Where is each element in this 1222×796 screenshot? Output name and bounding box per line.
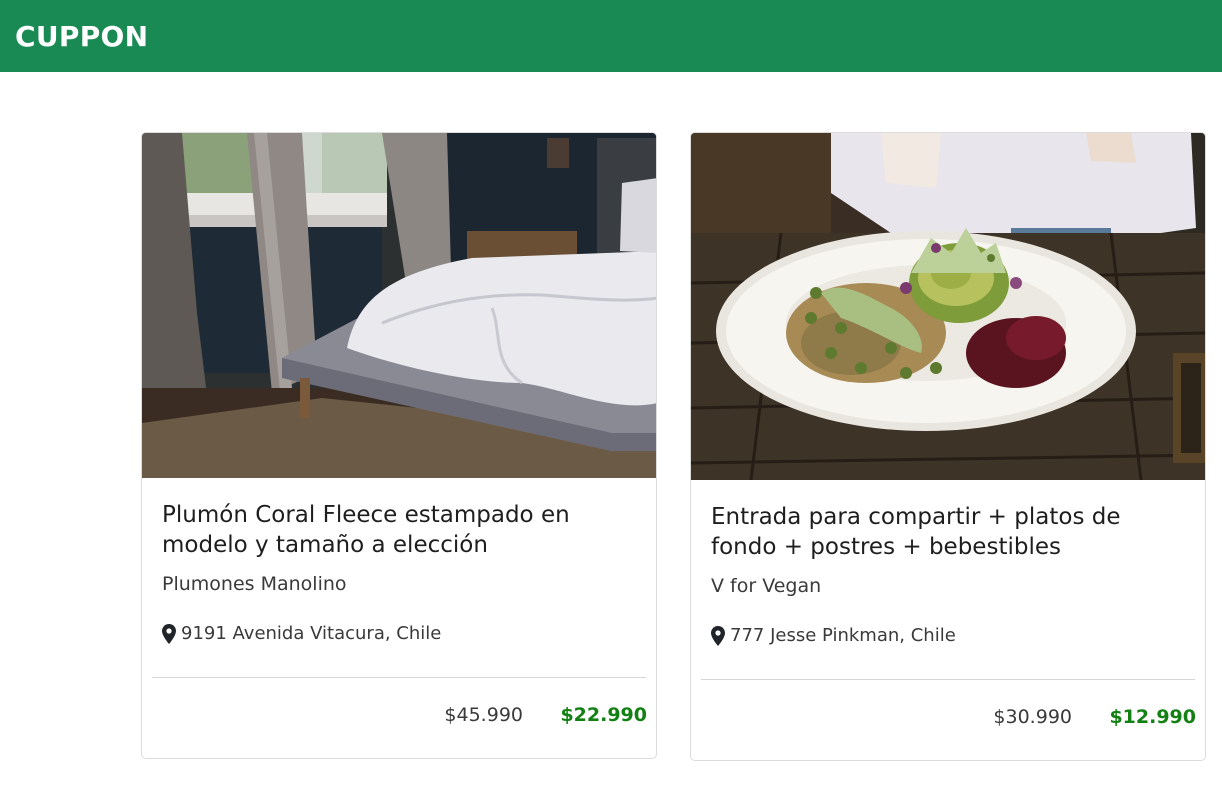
original-price: $30.990: [993, 706, 1072, 728]
vegan-dish-photo: [691, 133, 1205, 480]
deal-location: 9191 Avenida Vitacura, Chile: [162, 623, 441, 644]
deal-image-bedroom[interactable]: [142, 133, 656, 478]
original-price: $45.990: [444, 704, 523, 726]
map-marker-icon: [162, 623, 176, 644]
deal-title[interactable]: Entrada para compartir + platos de fondo…: [711, 502, 1185, 562]
address-text: 777 Jesse Pinkman, Chile: [730, 625, 956, 646]
card-divider: [152, 677, 646, 678]
deal-card[interactable]: Entrada para compartir + platos de fondo…: [690, 132, 1206, 761]
deal-location: 777 Jesse Pinkman, Chile: [711, 625, 956, 646]
top-navbar: CUPPON: [0, 0, 1222, 72]
brand-logo[interactable]: CUPPON: [15, 20, 148, 53]
merchant-name: V for Vegan: [711, 575, 822, 597]
deal-image-vegan-dish[interactable]: [691, 133, 1205, 480]
bedroom-photo: [142, 133, 656, 478]
deal-title[interactable]: Plumón Coral Fleece estampado en modelo …: [162, 500, 636, 560]
card-divider: [701, 679, 1195, 680]
discount-price: $12.990: [1109, 706, 1196, 728]
map-marker-icon: [711, 625, 725, 646]
address-text: 9191 Avenida Vitacura, Chile: [181, 623, 442, 644]
discount-price: $22.990: [560, 704, 647, 726]
deal-card[interactable]: Plumón Coral Fleece estampado en modelo …: [141, 132, 657, 759]
merchant-name: Plumones Manolino: [162, 573, 347, 595]
